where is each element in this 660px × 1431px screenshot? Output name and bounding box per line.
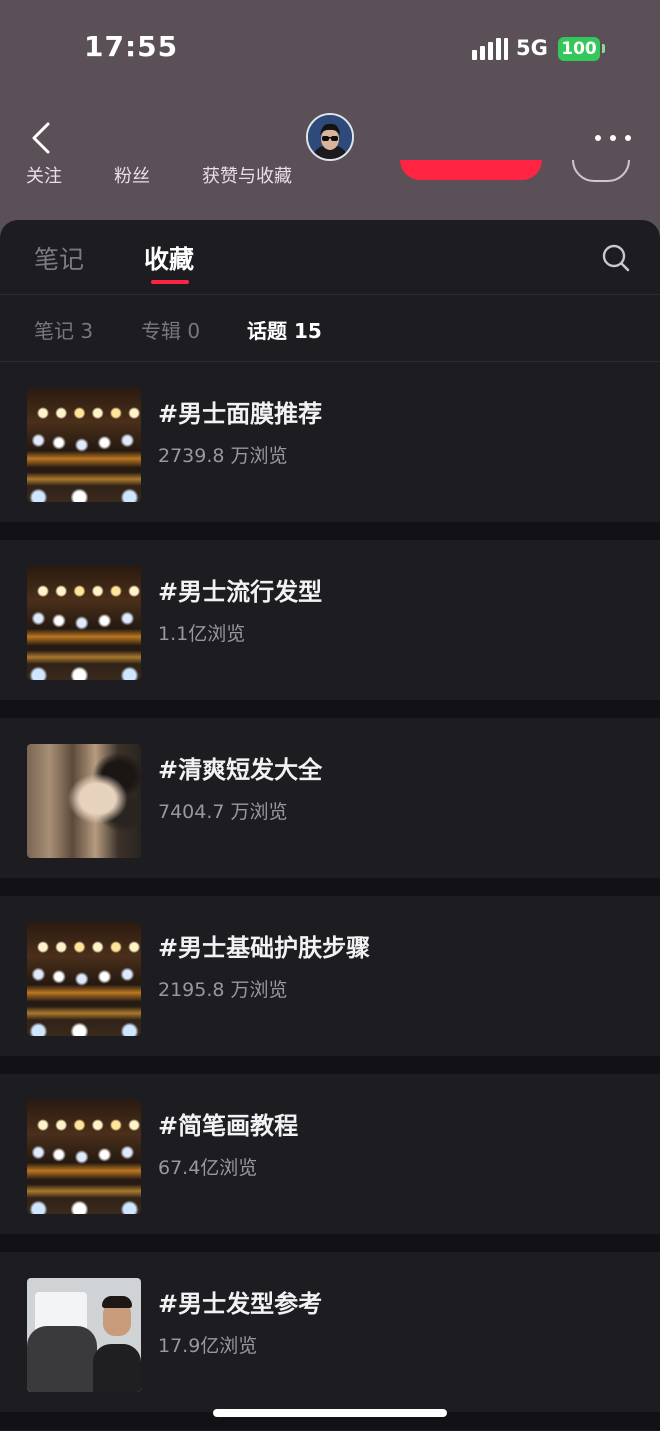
- active-tab-indicator: [151, 280, 189, 284]
- topic-views: 1.1亿浏览: [158, 623, 246, 645]
- topic-views: 7404.7 万浏览: [158, 801, 288, 823]
- subtab-albums[interactable]: 专辑 0: [141, 315, 200, 344]
- battery-indicator: 100: [558, 37, 600, 61]
- topic-list: #男士面膜推荐 2739.8 万浏览 #男士流行发型 1.1亿浏览 #清爽短发大…: [0, 362, 660, 1430]
- topic-views: 17.9亿浏览: [158, 1335, 258, 1357]
- following-label[interactable]: 关注: [26, 162, 62, 188]
- avatar[interactable]: [306, 113, 354, 161]
- topic-thumbnail: [27, 1100, 141, 1214]
- topic-item[interactable]: #男士流行发型 1.1亿浏览: [0, 540, 660, 718]
- back-chevron-icon[interactable]: [24, 118, 64, 158]
- profile-stats-row: 关注 粉丝 获赞与收藏: [0, 160, 660, 188]
- topic-title: #清爽短发大全: [158, 756, 323, 784]
- signal-icon: [472, 38, 508, 62]
- topic-thumbnail: [27, 388, 141, 502]
- topic-item[interactable]: #男士面膜推荐 2739.8 万浏览: [0, 362, 660, 540]
- topic-title: #男士发型参考: [158, 1290, 323, 1318]
- topic-title: #男士流行发型: [158, 578, 323, 606]
- tab-collections[interactable]: 收藏: [144, 240, 194, 276]
- topic-views: 2195.8 万浏览: [158, 979, 288, 1001]
- message-button[interactable]: [572, 160, 630, 182]
- follow-button[interactable]: [400, 160, 542, 180]
- topic-title: #简笔画教程: [158, 1112, 299, 1140]
- topic-item[interactable]: #清爽短发大全 7404.7 万浏览: [0, 718, 660, 896]
- fans-label[interactable]: 粉丝: [114, 162, 150, 188]
- likes-collects-label[interactable]: 获赞与收藏: [202, 162, 292, 188]
- topic-thumbnail: [27, 566, 141, 680]
- topic-title: #男士基础护肤步骤: [158, 934, 371, 962]
- search-icon[interactable]: [600, 242, 632, 274]
- topic-item[interactable]: #男士基础护肤步骤 2195.8 万浏览: [0, 896, 660, 1074]
- subtab-topics[interactable]: 话题 15: [247, 315, 322, 344]
- topic-views: 2739.8 万浏览: [158, 445, 288, 467]
- topic-thumbnail: [27, 1278, 141, 1392]
- topic-thumbnail: [27, 744, 141, 858]
- topic-views: 67.4亿浏览: [158, 1157, 258, 1179]
- network-label: 5G: [516, 36, 548, 60]
- status-time: 17:55: [84, 30, 179, 63]
- tab-notes[interactable]: 笔记: [34, 240, 84, 276]
- topic-item[interactable]: #简笔画教程 67.4亿浏览: [0, 1074, 660, 1252]
- topic-title: #男士面膜推荐: [158, 400, 323, 428]
- topic-item[interactable]: #男士发型参考 17.9亿浏览: [0, 1252, 660, 1430]
- content-panel: 笔记 收藏 笔记 3 专辑 0 话题 15 #男士面膜推荐 2739.8 万浏览…: [0, 220, 660, 1431]
- more-dots-icon[interactable]: [592, 126, 634, 150]
- subtab-notes[interactable]: 笔记 3: [34, 315, 93, 344]
- battery-tip: [602, 44, 605, 53]
- sub-tab-bar: 笔记 3 专辑 0 话题 15: [0, 295, 660, 362]
- topic-thumbnail: [27, 922, 141, 1036]
- home-indicator[interactable]: [213, 1409, 447, 1417]
- main-tab-bar: 笔记 收藏: [0, 220, 660, 295]
